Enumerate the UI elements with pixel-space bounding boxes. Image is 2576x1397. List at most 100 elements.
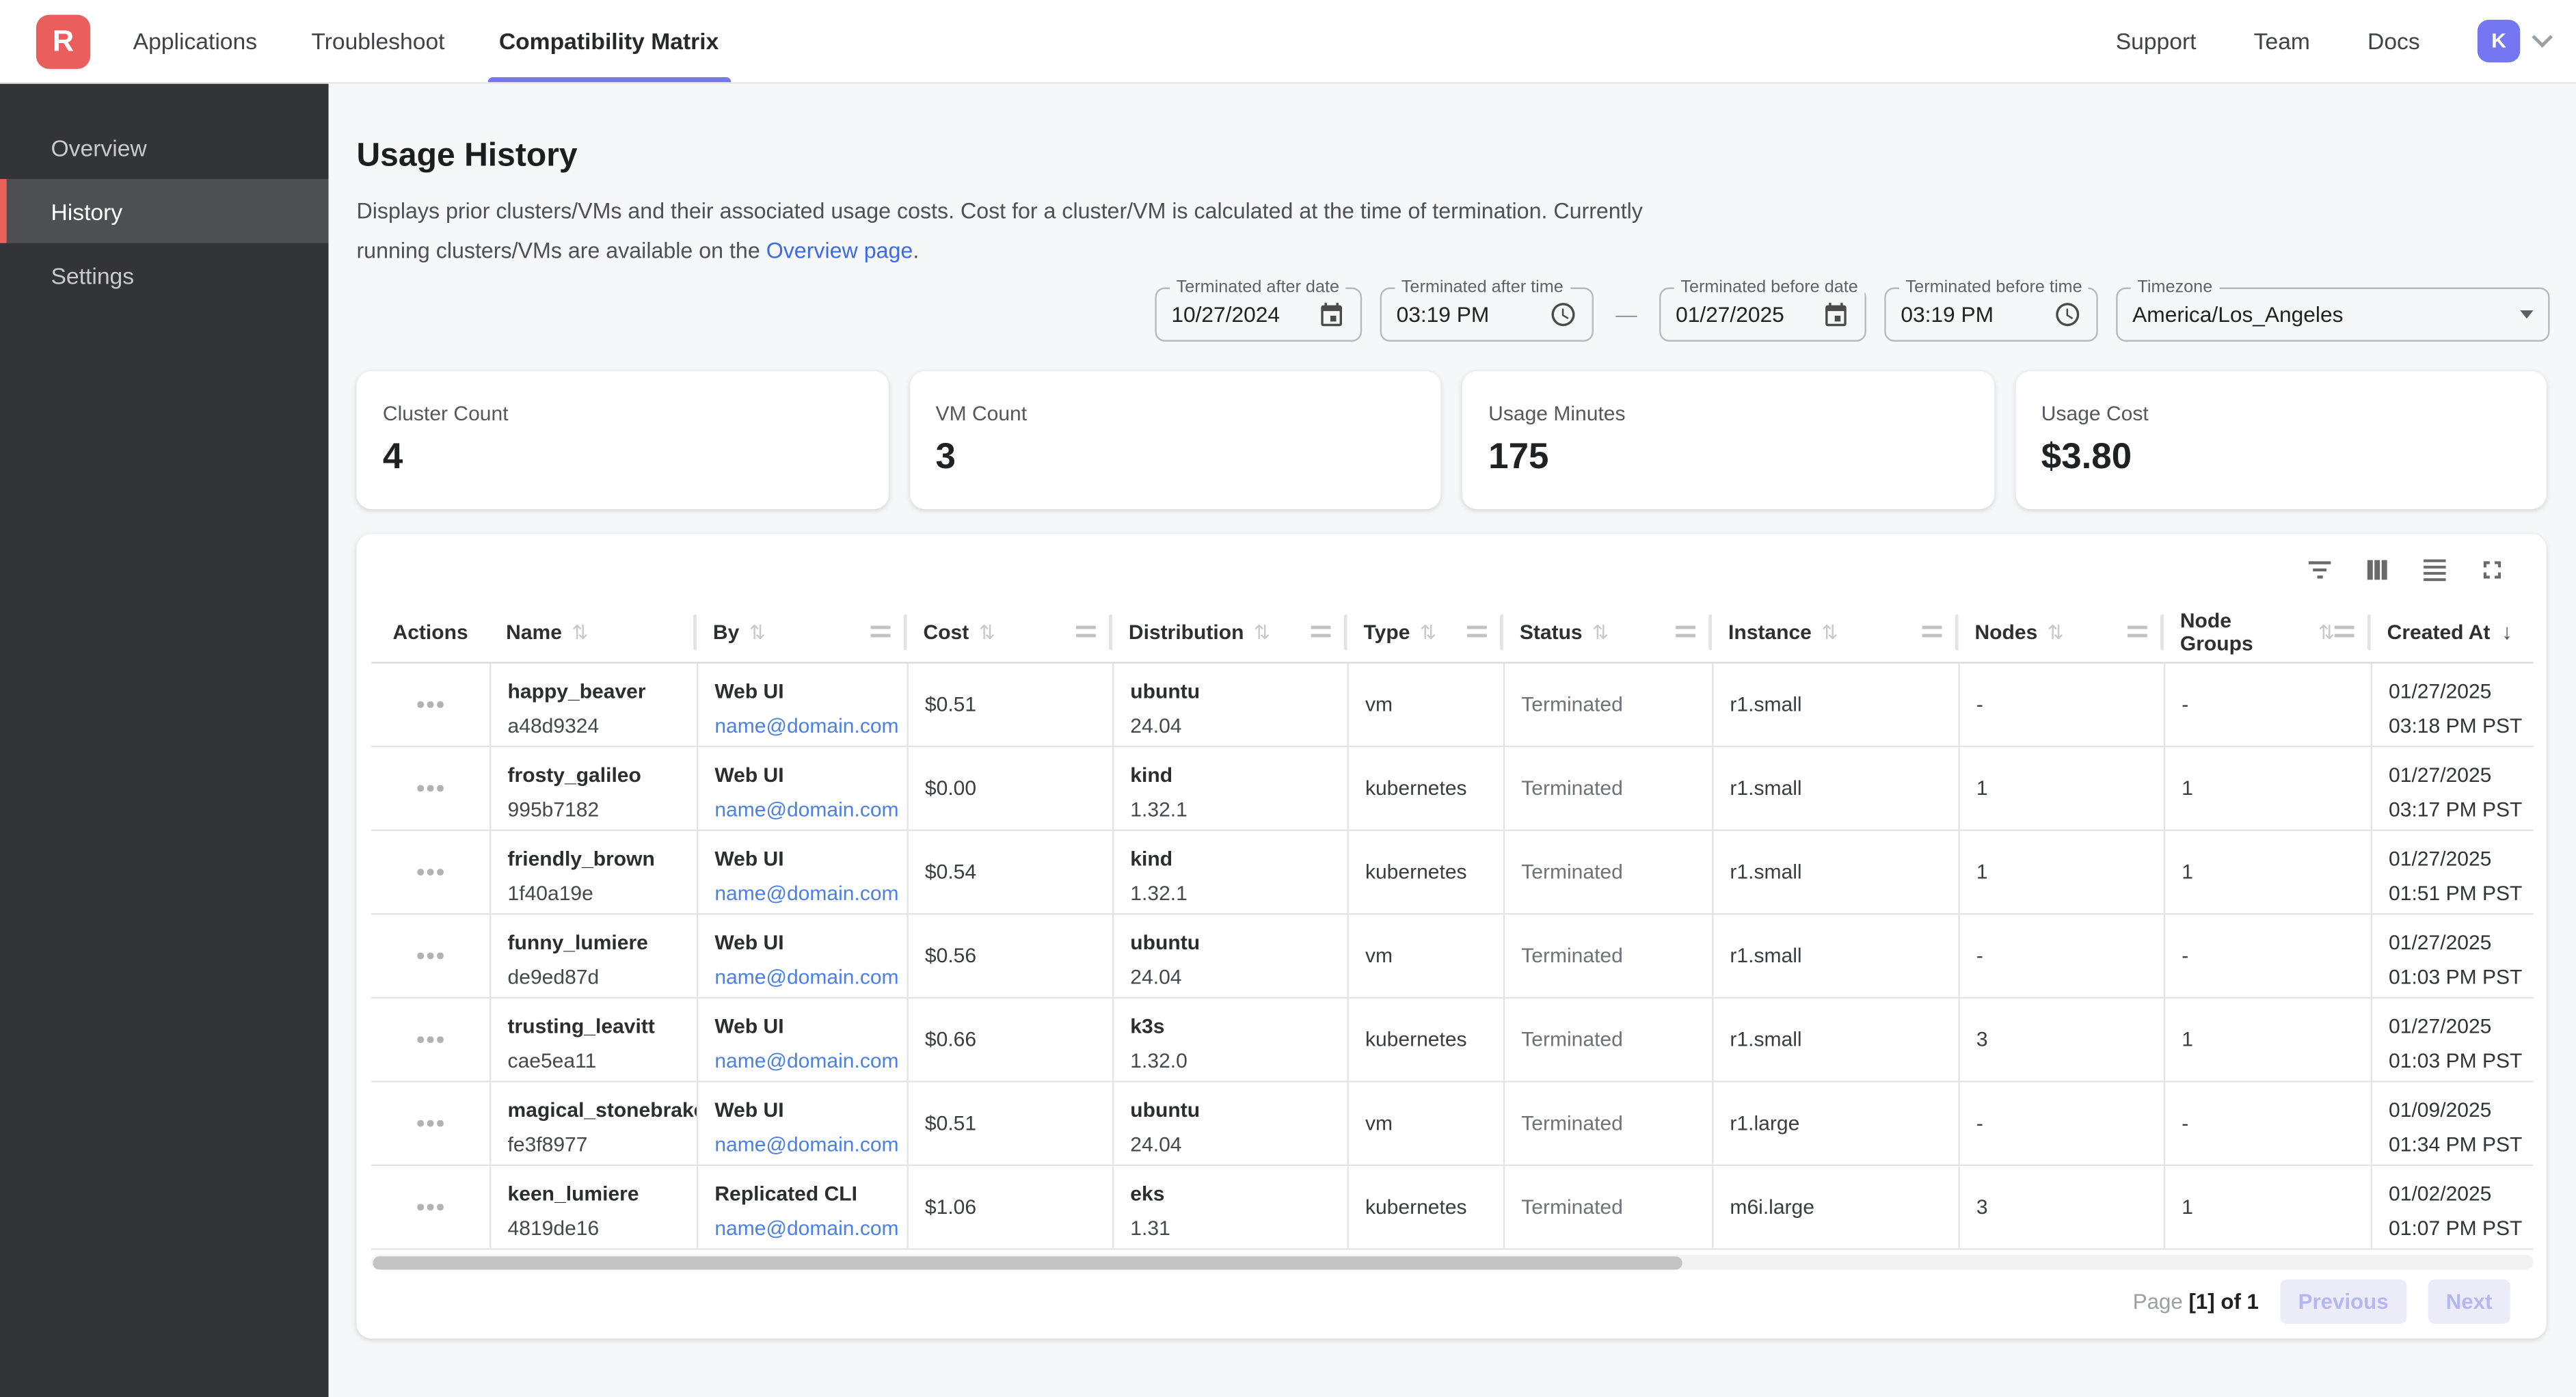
row-actions-button[interactable] <box>371 999 489 1081</box>
name-secondary: de9ed87d <box>508 966 680 989</box>
cell-status: Terminated <box>1503 915 1712 997</box>
column-menu-icon[interactable] <box>1676 626 1695 638</box>
row-actions-button[interactable] <box>371 664 489 746</box>
distribution-primary: eks <box>1130 1182 1330 1206</box>
sort-icon[interactable]: ⇅ <box>979 620 995 643</box>
sort-icon[interactable]: ⇅ <box>1420 620 1436 643</box>
type-value: kubernetes <box>1365 860 1467 884</box>
cell-nodes: - <box>1958 1083 2163 1165</box>
clock-icon[interactable] <box>1549 301 1577 329</box>
nav-link-team[interactable]: Team <box>2254 28 2310 54</box>
column-label: Node Groups <box>2180 608 2309 654</box>
avatar[interactable]: K <box>2478 20 2520 62</box>
column-header-node_groups[interactable]: Node Groups ⇅ <box>2164 601 2371 662</box>
email-link[interactable]: name@domain.com <box>714 1050 890 1073</box>
row-actions-button[interactable] <box>371 747 489 829</box>
column-header-nodes[interactable]: Nodes⇅ <box>1958 601 2163 662</box>
overview-page-link[interactable]: Overview page <box>766 238 913 262</box>
sidebar-item-settings[interactable]: Settings <box>0 243 329 308</box>
email-link[interactable]: name@domain.com <box>714 798 890 822</box>
by-primary: Replicated CLI <box>714 1182 890 1206</box>
distribution-primary: ubuntu <box>1130 680 1330 703</box>
row-actions-button[interactable] <box>371 1083 489 1165</box>
sidebar-item-history[interactable]: History <box>0 179 329 243</box>
tab-compatibility-matrix[interactable]: Compatibility Matrix <box>499 0 719 82</box>
sort-icon[interactable]: ⇅ <box>1821 620 1838 643</box>
name-secondary: 1f40a19e <box>508 882 680 905</box>
column-header-by[interactable]: By⇅ <box>697 601 907 662</box>
tab-troubleshoot[interactable]: Troubleshoot <box>311 0 444 82</box>
column-header-type[interactable]: Type⇅ <box>1347 601 1503 662</box>
fullscreen-icon[interactable] <box>2478 555 2507 584</box>
stat-card-usage-minutes: Usage Minutes 175 <box>1462 371 1994 509</box>
calendar-icon[interactable] <box>1317 301 1345 329</box>
column-header-created_at[interactable]: Created At↓ <box>2371 601 2534 662</box>
timezone-select[interactable]: Timezone America/Los_Angeles <box>2116 288 2549 342</box>
terminated-before-time-field[interactable]: Terminated before time 03:19 PM <box>1884 288 2097 342</box>
sidebar: Overview History Settings <box>0 84 329 1397</box>
email-link[interactable]: name@domain.com <box>714 1133 890 1156</box>
column-header-name[interactable]: Name⇅ <box>489 601 697 662</box>
column-menu-icon[interactable] <box>1922 626 1942 638</box>
columns-icon[interactable] <box>2363 555 2392 584</box>
name-secondary: 4819de16 <box>508 1217 680 1240</box>
density-icon[interactable] <box>2420 555 2450 584</box>
column-header-instance[interactable]: Instance⇅ <box>1712 601 1958 662</box>
terminated-before-date-field[interactable]: Terminated before date 01/27/2025 <box>1659 288 1866 342</box>
column-menu-icon[interactable] <box>1076 626 1096 638</box>
column-menu-icon[interactable] <box>1467 626 1487 638</box>
name-primary: keen_lumiere <box>508 1182 680 1206</box>
column-menu-icon[interactable] <box>871 626 891 638</box>
created-time: 01:34 PM PST <box>2389 1133 2517 1156</box>
cell-actions <box>371 747 489 829</box>
row-actions-button[interactable] <box>371 831 489 913</box>
column-header-distribution[interactable]: Distribution⇅ <box>1112 601 1347 662</box>
sidebar-item-overview[interactable]: Overview <box>0 115 329 179</box>
nav-link-support[interactable]: Support <box>2116 28 2197 54</box>
column-menu-icon[interactable] <box>2335 626 2354 638</box>
sort-icon[interactable]: ⇅ <box>572 620 588 643</box>
cell-node_groups: - <box>2164 1083 2371 1165</box>
tab-applications[interactable]: Applications <box>133 0 257 82</box>
sort-icon[interactable]: ⇅ <box>1254 620 1270 643</box>
table-row: friendly_brown1f40a19eWeb UIname@domain.… <box>371 831 2533 915</box>
field-label: Terminated before time <box>1899 277 2089 297</box>
stat-card-usage-cost: Usage Cost $3.80 <box>2015 371 2546 509</box>
calendar-icon[interactable] <box>1822 301 1850 329</box>
email-link[interactable]: name@domain.com <box>714 882 890 905</box>
filter-icon[interactable] <box>2305 555 2334 584</box>
email-link[interactable]: name@domain.com <box>714 1217 890 1240</box>
sort-icon[interactable]: ⇅ <box>2048 620 2064 643</box>
next-page-button[interactable]: Next <box>2428 1279 2510 1323</box>
sort-icon[interactable]: ⇅ <box>749 620 766 643</box>
cell-by: Web UIname@domain.com <box>697 831 907 913</box>
horizontal-scrollbar <box>371 1255 2533 1270</box>
scrollbar-thumb[interactable] <box>373 1256 1682 1269</box>
email-link[interactable]: name@domain.com <box>714 966 890 989</box>
clock-icon[interactable] <box>2054 301 2082 329</box>
cell-by: Web UIname@domain.com <box>697 1083 907 1165</box>
terminated-after-time-field[interactable]: Terminated after time 03:19 PM <box>1380 288 1594 342</box>
column-header-actions: Actions <box>371 601 489 662</box>
column-header-status[interactable]: Status⇅ <box>1503 601 1712 662</box>
cell-cost: $0.54 <box>907 831 1112 913</box>
terminated-after-date-field[interactable]: Terminated after date 10/27/2024 <box>1155 288 1362 342</box>
column-header-cost[interactable]: Cost⇅ <box>907 601 1112 662</box>
email-link[interactable]: name@domain.com <box>714 714 890 737</box>
cell-instance: r1.small <box>1712 664 1958 746</box>
nav-link-docs[interactable]: Docs <box>2367 28 2420 54</box>
sort-icon[interactable]: ⇅ <box>1592 620 1609 643</box>
column-menu-icon[interactable] <box>2128 626 2147 638</box>
replicated-logo-icon[interactable]: R <box>36 14 90 68</box>
sort-desc-icon[interactable]: ↓ <box>2501 619 2512 644</box>
created-date: 01/27/2025 <box>2389 763 2517 787</box>
field-value: 10/27/2024 <box>1171 302 1280 327</box>
sort-icon[interactable]: ⇅ <box>2318 620 2335 643</box>
row-actions-button[interactable] <box>371 915 489 997</box>
field-value: 01/27/2025 <box>1676 302 1784 327</box>
row-actions-button[interactable] <box>371 1166 489 1248</box>
account-menu[interactable]: K <box>2478 20 2550 62</box>
column-menu-icon[interactable] <box>1311 626 1331 638</box>
cell-created_at: 01/27/202503:17 PM PST <box>2371 747 2534 829</box>
previous-page-button[interactable]: Previous <box>2280 1279 2406 1323</box>
